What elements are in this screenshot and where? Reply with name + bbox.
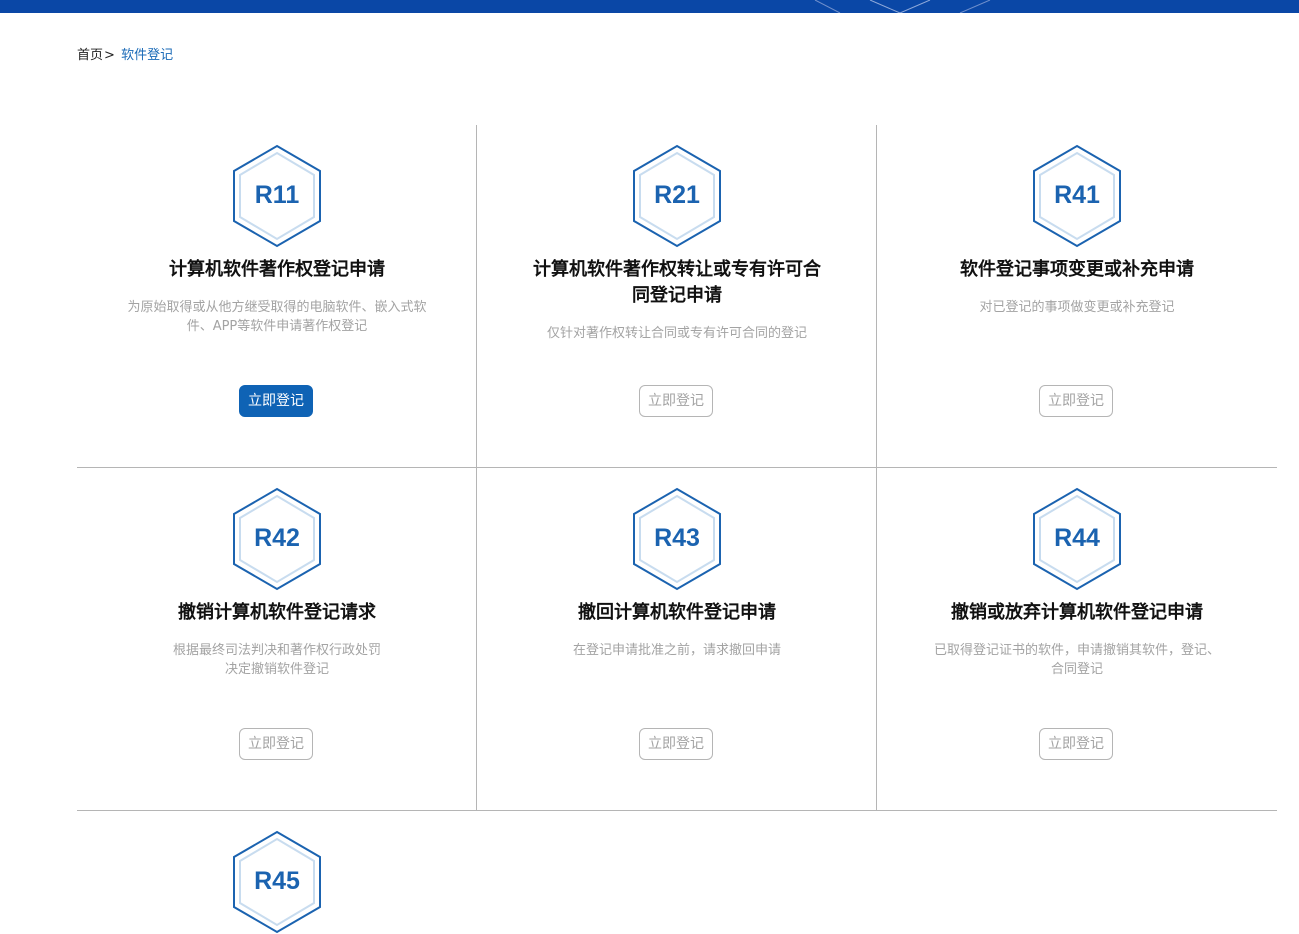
service-card-r41: R41 软件登记事项变更或补充申请 对已登记的事项做变更或补充登记 立即登记 bbox=[877, 125, 1277, 467]
service-description: 为原始取得或从他方继受取得的电脑软件、嵌入式软件、APP等软件申请著作权登记 bbox=[127, 300, 427, 334]
service-title: 计算机软件著作权转让或专有许可合同登记申请 bbox=[533, 259, 821, 306]
service-title: 计算机软件著作权登记申请 bbox=[169, 259, 385, 280]
service-code: R21 bbox=[654, 181, 700, 209]
service-title: 撤回计算机软件登记申请 bbox=[578, 602, 776, 623]
card-row: R42 撤销计算机软件登记请求 根据最终司法判决和著作权行政处罚决定撤销软件登记… bbox=[77, 468, 1277, 811]
service-code: R43 bbox=[654, 524, 700, 552]
service-code: R42 bbox=[254, 524, 300, 552]
service-card-r11: R11 计算机软件著作权登记申请 为原始取得或从他方继受取得的电脑软件、嵌入式软… bbox=[77, 125, 477, 467]
service-title: 撤销计算机软件登记请求 bbox=[178, 602, 376, 623]
card-row: R11 计算机软件著作权登记申请 为原始取得或从他方继受取得的电脑软件、嵌入式软… bbox=[77, 125, 1277, 468]
breadcrumb: 首页> 软件登记 bbox=[77, 47, 173, 65]
register-now-button[interactable]: 立即登记 bbox=[1039, 385, 1113, 417]
service-card-r21: R21 计算机软件著作权转让或专有许可合同登记申请 仅针对著作权转让合同或专有许… bbox=[477, 125, 877, 467]
card-row: R45 bbox=[77, 811, 1277, 934]
breadcrumb-separator: > bbox=[104, 48, 115, 63]
service-code: R11 bbox=[254, 181, 300, 209]
service-code: R44 bbox=[1054, 524, 1100, 552]
top-header-bar bbox=[0, 0, 1299, 13]
service-title: 软件登记事项变更或补充申请 bbox=[960, 259, 1194, 280]
breadcrumb-current[interactable]: 软件登记 bbox=[121, 48, 173, 63]
service-description: 对已登记的事项做变更或补充登记 bbox=[979, 300, 1175, 315]
register-now-button[interactable]: 立即登记 bbox=[239, 728, 313, 760]
service-code: R45 bbox=[254, 867, 300, 895]
register-now-button[interactable]: 立即登记 bbox=[639, 385, 713, 417]
service-description: 仅针对著作权转让合同或专有许可合同的登记 bbox=[546, 326, 807, 341]
breadcrumb-home-link[interactable]: 首页 bbox=[77, 48, 103, 63]
service-card-grid: R11 计算机软件著作权登记申请 为原始取得或从他方继受取得的电脑软件、嵌入式软… bbox=[77, 125, 1277, 934]
service-card-r44: R44 撤销或放弃计算机软件登记申请 已取得登记证书的软件，申请撤销其软件，登记… bbox=[877, 468, 1277, 810]
service-title: 撤销或放弃计算机软件登记申请 bbox=[951, 602, 1203, 623]
register-now-button[interactable]: 立即登记 bbox=[239, 385, 313, 417]
service-description: 根据最终司法判决和著作权行政处罚决定撤销软件登记 bbox=[172, 643, 381, 677]
service-description: 在登记申请批准之前，请求撤回申请 bbox=[572, 643, 781, 658]
service-card-r43: R43 撤回计算机软件登记申请 在登记申请批准之前，请求撤回申请 立即登记 bbox=[477, 468, 877, 810]
service-card-r45: R45 bbox=[77, 811, 477, 934]
header-decoration bbox=[814, 0, 991, 13]
register-now-button[interactable]: 立即登记 bbox=[639, 728, 713, 760]
service-card-r42: R42 撤销计算机软件登记请求 根据最终司法判决和著作权行政处罚决定撤销软件登记… bbox=[77, 468, 477, 810]
service-code: R41 bbox=[1054, 181, 1100, 209]
service-description: 已取得登记证书的软件，申请撤销其软件，登记、合同登记 bbox=[933, 643, 1220, 677]
register-now-button[interactable]: 立即登记 bbox=[1039, 728, 1113, 760]
